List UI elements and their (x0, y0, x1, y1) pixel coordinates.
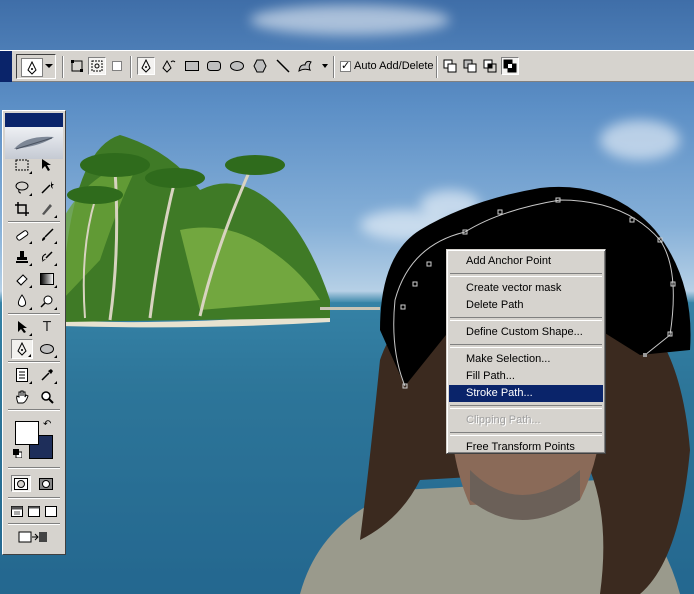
swap-colors-icon[interactable]: ↶ (43, 419, 51, 430)
marquee-tool-icon[interactable] (11, 155, 33, 175)
options-bar: Auto Add/Delete (0, 50, 694, 82)
gradient-tool-icon[interactable] (36, 269, 58, 289)
add-to-shape-area-button[interactable] (441, 57, 459, 75)
intersect-shape-areas-button[interactable] (481, 57, 499, 75)
freeform-pen-tool-button[interactable] (160, 57, 178, 75)
line-tool-icon[interactable] (274, 57, 292, 75)
menu-item-define-custom-shape[interactable]: Define Custom Shape... (449, 324, 603, 341)
full-screen-mode-icon[interactable] (42, 501, 59, 521)
menu-separator (450, 273, 602, 277)
menu-item-create-vector-mask[interactable]: Create vector mask (449, 280, 603, 297)
shape-layers-button[interactable] (68, 57, 86, 75)
full-screen-menu-mode-icon[interactable] (25, 501, 42, 521)
subtract-from-shape-area-button[interactable] (461, 57, 479, 75)
pen-tool-icon (21, 58, 43, 77)
tool-preset-picker[interactable] (16, 54, 56, 79)
chevron-down-icon (45, 64, 53, 68)
jump-to-imageready-icon[interactable] (11, 527, 55, 547)
healing-brush-tool-icon[interactable] (11, 225, 33, 245)
fill-pixels-button[interactable] (108, 57, 126, 75)
hand-tool-icon[interactable] (11, 387, 33, 407)
magic-wand-tool-icon[interactable] (36, 177, 58, 197)
zoom-tool-icon[interactable] (36, 387, 58, 407)
quick-mask-mode-button[interactable] (36, 475, 56, 492)
menu-item-clipping-path: Clipping Path... (466, 414, 541, 426)
dodge-tool-icon[interactable] (36, 291, 58, 311)
ellipse-shape-tool-icon[interactable] (36, 339, 58, 359)
default-colors-icon[interactable] (13, 449, 22, 458)
path-context-menu: Add Anchor Point Create vector mask Dele… (446, 249, 606, 454)
notes-tool-icon[interactable] (11, 365, 33, 385)
menu-separator (450, 344, 602, 348)
standard-mode-button[interactable] (11, 475, 31, 492)
paths-mode-button[interactable] (88, 57, 106, 75)
pen-tool-icon[interactable] (11, 339, 33, 359)
menu-separator (450, 432, 602, 436)
custom-shape-tool-icon[interactable] (296, 57, 314, 75)
auto-add-delete-label: Auto Add/Delete (354, 60, 434, 72)
menu-separator (450, 405, 602, 409)
type-tool-icon[interactable]: T (36, 317, 58, 337)
menu-item-stroke-path[interactable]: Stroke Path... (449, 385, 603, 402)
tools-palette: T ↶ (2, 110, 66, 555)
eyedropper-tool-icon[interactable] (36, 365, 58, 385)
chevron-down-icon[interactable] (322, 64, 328, 68)
clone-stamp-tool-icon[interactable] (11, 247, 33, 267)
menu-item-make-selection[interactable]: Make Selection... (449, 351, 603, 368)
checkbox-checked-icon (340, 59, 351, 72)
auto-add-delete-checkbox[interactable]: Auto Add/Delete (340, 59, 434, 72)
menu-item-fill-path[interactable]: Fill Path... (449, 368, 603, 385)
lasso-tool-icon[interactable] (11, 177, 33, 197)
menu-item-add-anchor-point[interactable]: Add Anchor Point (449, 253, 603, 270)
options-bar-grip[interactable] (0, 51, 12, 82)
path-selection-tool-icon[interactable] (11, 317, 33, 337)
brush-tool-icon[interactable] (36, 225, 58, 245)
standard-screen-mode-icon[interactable] (8, 501, 25, 521)
polygon-tool-icon[interactable] (251, 57, 269, 75)
foreground-color-swatch[interactable] (15, 421, 39, 445)
rectangle-tool-icon[interactable] (183, 57, 201, 75)
blur-tool-icon[interactable] (11, 291, 33, 311)
menu-item-delete-path[interactable]: Delete Path (449, 297, 603, 314)
rounded-rectangle-tool-icon[interactable] (205, 57, 223, 75)
eraser-tool-icon[interactable] (11, 269, 33, 289)
crop-tool-icon[interactable] (11, 199, 33, 219)
move-tool-icon[interactable] (36, 155, 58, 175)
pen-tool-button[interactable] (137, 57, 155, 75)
slice-tool-icon[interactable] (36, 199, 58, 219)
history-brush-tool-icon[interactable] (36, 247, 58, 267)
ellipse-tool-icon[interactable] (228, 57, 246, 75)
tools-palette-titlebar[interactable] (5, 113, 63, 127)
menu-item-free-transform-points[interactable]: Free Transform Points (449, 439, 603, 456)
exclude-overlapping-shape-areas-button[interactable] (501, 57, 519, 75)
menu-separator (450, 317, 602, 321)
